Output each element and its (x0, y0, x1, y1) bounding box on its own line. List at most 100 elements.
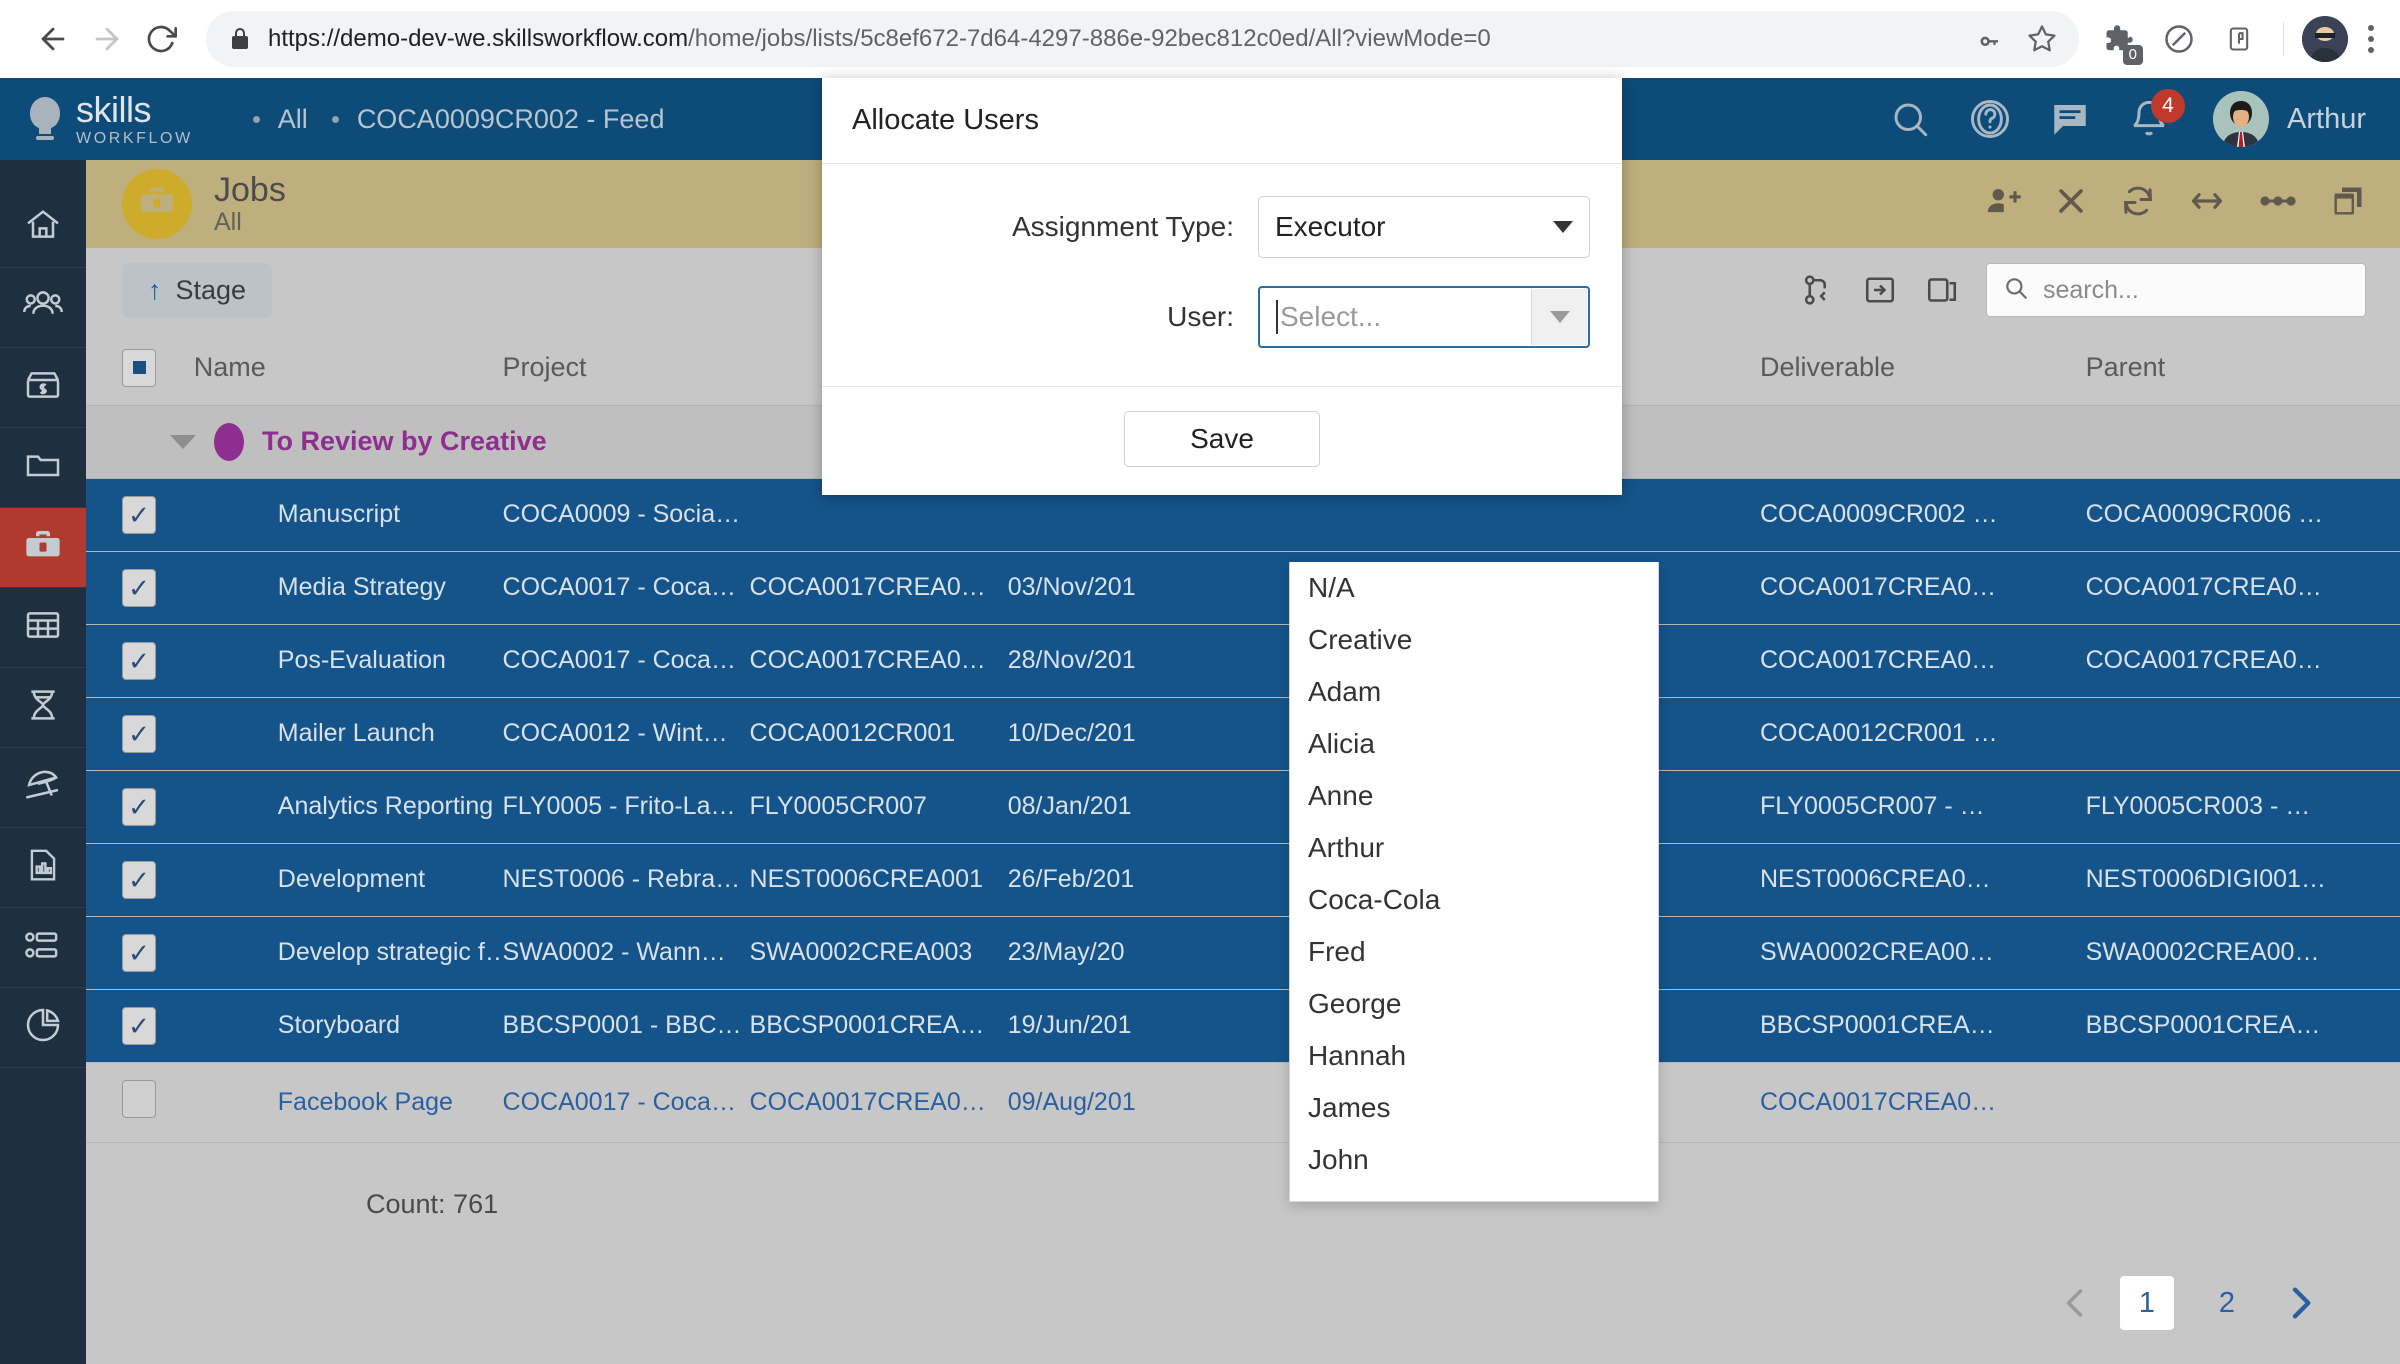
cell-name[interactable]: Pos-Evaluation (194, 624, 503, 697)
select-all-checkbox[interactable] (122, 349, 156, 387)
cell-name[interactable]: Mailer Launch (194, 697, 503, 770)
sidebar-item-projects[interactable] (0, 428, 86, 508)
dropdown-option[interactable]: Anne (1290, 770, 1658, 822)
sidebar-item-resources[interactable] (0, 908, 86, 988)
save-button[interactable]: Save (1124, 411, 1320, 467)
sidebar-item-jobs[interactable] (0, 508, 86, 588)
add-user-icon[interactable] (1984, 182, 2022, 225)
columns-icon[interactable] (1924, 272, 1960, 308)
refresh-icon[interactable] (2120, 183, 2156, 224)
row-checkbox[interactable]: ✓ (122, 934, 156, 972)
sidebar-item-budget[interactable] (0, 348, 86, 428)
col-parent[interactable]: Parent (2086, 333, 2400, 406)
cell-name[interactable]: Storyboard (194, 989, 503, 1062)
search-icon[interactable] (1889, 98, 1931, 140)
dropdown-option[interactable]: Hannah (1290, 1030, 1658, 1082)
table-row[interactable]: ✓Pos-EvaluationCOCA0017 - Coca…COCA0017C… (86, 624, 2400, 697)
row-checkbox[interactable]: ✓ (122, 569, 156, 607)
help-circle-icon[interactable] (1969, 98, 2011, 140)
sidebar-item-timesheets[interactable] (0, 668, 86, 748)
chevron-right-icon[interactable] (2280, 1283, 2320, 1323)
table-row[interactable]: ✓Mailer LaunchCOCA0012 - Wint…COCA0012CR… (86, 697, 2400, 770)
table-row[interactable]: ✓Develop strategic f…SWA0002 - Wann…SWA0… (86, 916, 2400, 989)
forward-arrow-icon[interactable] (80, 12, 134, 66)
close-icon[interactable] (2054, 184, 2088, 223)
shield-circle-icon[interactable] (2153, 13, 2205, 65)
dropdown-option[interactable]: Alicia (1290, 718, 1658, 770)
row-checkbox[interactable]: ✓ (122, 715, 156, 753)
row-checkbox[interactable]: ✓ (122, 788, 156, 826)
row-name-label: Analytics Reporting (278, 792, 493, 821)
dropdown-option[interactable]: Arthur (1290, 822, 1658, 874)
breadcrumb-item-all[interactable]: All (278, 104, 308, 135)
table-row[interactable]: ✓Media StrategyCOCA0017 - Coca…COCA0017C… (86, 551, 2400, 624)
user-select-caret[interactable] (1531, 289, 1587, 345)
col-project[interactable]: Project (503, 333, 750, 406)
table-row[interactable]: ✓StoryboardBBCSP0001 - BBC…BBCSP0001CREA… (86, 989, 2400, 1062)
page-number-1[interactable]: 1 (2120, 1276, 2174, 1330)
reload-icon[interactable] (134, 12, 188, 66)
dropdown-option[interactable]: John (1290, 1134, 1658, 1186)
sidebar-item-reports[interactable] (0, 828, 86, 908)
search-input[interactable] (2043, 276, 2349, 305)
table-row[interactable]: Facebook PageCOCA0017 - Coca…COCA0017CRE… (86, 1062, 2400, 1142)
sidebar-item-clients[interactable] (0, 268, 86, 348)
extension-puzzle-icon[interactable]: 0 (2093, 13, 2145, 65)
row-checkbox[interactable]: ✓ (122, 496, 156, 534)
back-arrow-icon[interactable] (26, 12, 80, 66)
dropdown-option[interactable]: Fred (1290, 926, 1658, 978)
resource-assign-icon[interactable] (1800, 272, 1836, 308)
cell-name[interactable]: Facebook Page (194, 1062, 503, 1142)
cell-name[interactable]: Develop strategic f… (194, 916, 503, 989)
sidebar-item-planning[interactable] (0, 588, 86, 668)
copy-icon[interactable] (2330, 183, 2366, 224)
chrome-profile-avatar[interactable] (2302, 16, 2348, 62)
row-checkbox[interactable] (122, 1080, 156, 1118)
dropdown-option[interactable]: N/A (1290, 562, 1658, 614)
cell-name[interactable]: Creative Proposal (194, 1142, 503, 1159)
chat-icon[interactable] (2049, 98, 2091, 140)
cell-name[interactable]: Analytics Reporting (194, 770, 503, 843)
assignment-type-select[interactable]: Executor (1258, 196, 1590, 258)
cell-name[interactable]: Development (194, 843, 503, 916)
dropdown-option[interactable]: Coca-Cola (1290, 874, 1658, 926)
cell-name[interactable]: Media Strategy (194, 551, 503, 624)
dropdown-option[interactable]: George (1290, 978, 1658, 1030)
cell-parent: SWA0002CREA00… (2086, 916, 2400, 989)
row-checkbox[interactable]: ✓ (122, 861, 156, 899)
dropdown-option[interactable]: Mark (1290, 1186, 1658, 1202)
table-row[interactable]: ✓DevelopmentNEST0006 - Rebra…NEST0006CRE… (86, 843, 2400, 916)
key-icon[interactable] (1977, 25, 2005, 53)
user-dropdown-list[interactable]: N/ACreativeAdamAliciaAnneArthurCoca-Cola… (1289, 562, 1659, 1202)
app-logo[interactable]: skills WORKFLOW (28, 92, 193, 147)
user-select[interactable]: Select... (1258, 286, 1590, 348)
chevron-down-icon[interactable] (170, 435, 196, 449)
dropdown-option[interactable]: James (1290, 1082, 1658, 1134)
user-menu[interactable]: Arthur (2213, 91, 2366, 147)
dropdown-option[interactable]: Creative (1290, 614, 1658, 666)
chevron-left-icon[interactable] (2058, 1285, 2094, 1321)
star-icon[interactable] (2027, 24, 2057, 54)
cell-name[interactable]: Manuscript (194, 478, 503, 551)
sidebar-item-analytics[interactable] (0, 988, 86, 1068)
col-deliverable[interactable]: Deliverable (1760, 333, 2086, 406)
col-name[interactable]: Name (194, 333, 503, 406)
chrome-menu-icon[interactable] (2368, 25, 2374, 53)
bell-icon[interactable]: 4 (2129, 99, 2169, 139)
page-number-2[interactable]: 2 (2200, 1276, 2254, 1330)
group-by-stage-chip[interactable]: ↑ Stage (122, 263, 272, 318)
export-icon[interactable] (1862, 272, 1898, 308)
sidebar-item-home[interactable] (0, 188, 86, 268)
row-checkbox[interactable]: ✓ (122, 642, 156, 680)
sidebar-item-absences[interactable] (0, 748, 86, 828)
arrows-horizontal-icon[interactable] (2188, 182, 2226, 225)
search-box[interactable] (1986, 263, 2366, 317)
more-dots-icon[interactable] (2258, 190, 2298, 217)
table-row[interactable]: ✓Analytics ReportingFLY0005 - Frito-La…F… (86, 770, 2400, 843)
dropdown-option[interactable]: Adam (1290, 666, 1658, 718)
bitwarden-icon[interactable] (2213, 13, 2265, 65)
table-row[interactable]: Creative ProposalCOCA0017 - Coca…COCA001… (86, 1142, 2400, 1159)
row-checkbox[interactable]: ✓ (122, 1007, 156, 1045)
breadcrumb-item-job[interactable]: COCA0009CR002 - Feed (357, 104, 665, 135)
address-bar[interactable]: https://demo-dev-we.skillsworkflow.com/h… (206, 11, 2079, 67)
